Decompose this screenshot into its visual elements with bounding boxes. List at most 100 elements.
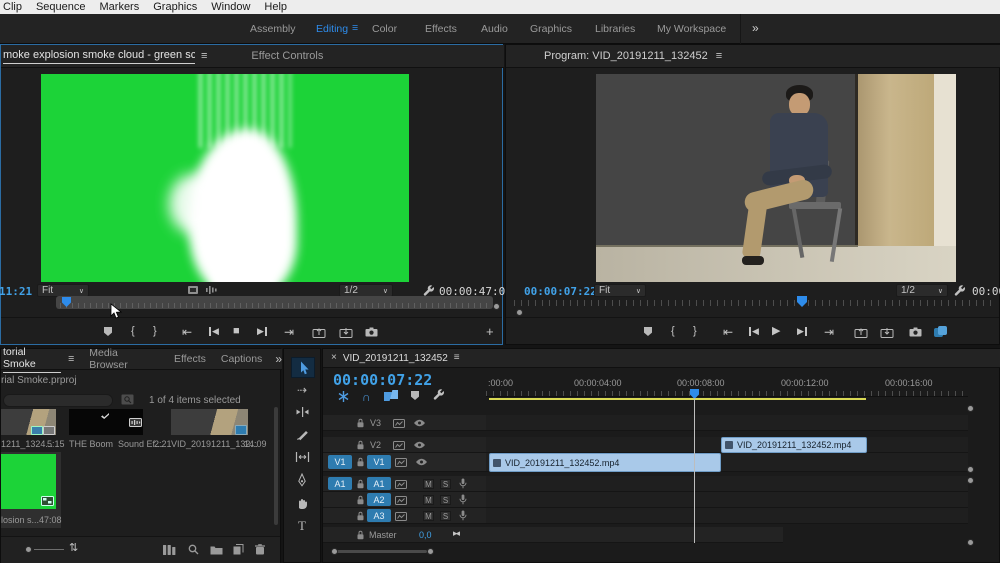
timeline-position-timecode[interactable]: 00:00:07:22: [333, 371, 432, 389]
thumb-zoom-slider-track[interactable]: [34, 549, 64, 550]
program-panel-menu-icon[interactable]: ≡: [716, 51, 722, 62]
program-go-to-out-button[interactable]: ⇥: [824, 326, 834, 338]
workspace-tab-graphics[interactable]: Graphics: [530, 23, 572, 35]
v1-lock-icon[interactable]: [356, 457, 365, 467]
pen-tool[interactable]: [291, 470, 313, 489]
timeline-clip-v1[interactable]: VID_20191211_132452.mp4: [489, 453, 721, 472]
extract-button[interactable]: [880, 327, 894, 338]
lift-button[interactable]: [854, 327, 868, 338]
captions-tab[interactable]: Captions: [221, 353, 262, 365]
hand-tool[interactable]: [291, 493, 313, 512]
track-a3-target[interactable]: A3: [367, 509, 391, 522]
timeline-clip-v2[interactable]: VID_20191211_132452.mp4: [721, 437, 867, 453]
go-to-in-button[interactable]: ⇤: [182, 326, 192, 338]
track-lane-v3[interactable]: [486, 415, 968, 431]
program-scrubber[interactable]: [514, 296, 994, 309]
project-item-4-name[interactable]: losion s...: [1, 515, 39, 525]
thumb-zoom-slider-handle[interactable]: [25, 546, 32, 553]
work-area-bar[interactable]: [489, 398, 866, 400]
overwrite-button[interactable]: [339, 327, 353, 338]
type-tool[interactable]: T: [291, 516, 313, 535]
source-panel-menu-icon[interactable]: ≡: [201, 51, 207, 62]
new-item-icon[interactable]: [233, 544, 244, 555]
project-scrollbar[interactable]: [274, 407, 278, 525]
hscroll-handle-right[interactable]: [427, 548, 434, 555]
program-mark-in-button[interactable]: {: [671, 326, 675, 337]
workspace-tab-audio[interactable]: Audio: [481, 23, 508, 35]
a1-lock-icon[interactable]: [356, 479, 365, 489]
step-forward-button[interactable]: ▶: [257, 327, 267, 336]
sequence-tab[interactable]: VID_20191211_132452: [343, 353, 448, 364]
workspace-overflow-icon[interactable]: »: [752, 21, 759, 35]
a1-solo-button[interactable]: S: [440, 479, 451, 489]
program-export-frame-camera-icon[interactable]: [909, 327, 922, 337]
search-bin-icon[interactable]: [121, 394, 134, 405]
track-v1-target[interactable]: V1: [367, 455, 391, 469]
timeline-ruler[interactable]: :00:00 00:00:04:00 00:00:08:00 00:00:12:…: [486, 371, 968, 397]
mark-out-button[interactable]: }: [153, 326, 157, 337]
a3-lock-icon[interactable]: [356, 511, 365, 521]
a2-source-patch-icon[interactable]: [395, 496, 407, 505]
go-to-out-button[interactable]: ⇥: [284, 326, 294, 338]
a2-mic-icon[interactable]: [459, 494, 467, 505]
source-patch-a1[interactable]: A1: [328, 477, 352, 490]
comparison-view-icon[interactable]: [934, 326, 947, 338]
timeline-settings-wrench-icon[interactable]: [433, 389, 445, 401]
drag-video-icon[interactable]: [187, 285, 199, 295]
program-tab[interactable]: Program: VID_20191211_132452: [544, 50, 708, 62]
program-scrubber-handle[interactable]: [516, 309, 523, 316]
workspace-tab-effects[interactable]: Effects: [425, 23, 457, 35]
master-track-label[interactable]: Master: [369, 530, 397, 540]
selection-tool[interactable]: [291, 357, 315, 378]
project-tab[interactable]: torial Smoke: [3, 346, 61, 373]
workspace-tab-assembly[interactable]: Assembly: [250, 23, 296, 35]
track-a1-target[interactable]: A1: [367, 477, 391, 490]
timeline-vscroll-handle-bottom[interactable]: [967, 539, 974, 546]
a1-mic-icon[interactable]: [459, 478, 467, 489]
project-item-2-name[interactable]: THE Boom Sound Ef...: [69, 439, 163, 449]
project-item-1-thumb[interactable]: [1, 409, 56, 435]
project-item-4-thumb[interactable]: [1, 454, 56, 509]
timeline-vscroll-handle-low[interactable]: [967, 477, 974, 484]
project-item-2-thumb[interactable]: [69, 409, 143, 435]
snap-magnet-icon[interactable]: ∩: [362, 390, 371, 404]
track-v2-label[interactable]: V2: [370, 440, 381, 450]
a2-mute-button[interactable]: M: [423, 495, 434, 505]
close-sequence-icon[interactable]: ×: [331, 353, 337, 363]
stop-button[interactable]: ■: [233, 326, 240, 337]
menu-markers[interactable]: Markers: [100, 1, 140, 13]
source-patch-v1[interactable]: V1: [328, 455, 352, 469]
project-item-3-thumb[interactable]: [171, 409, 248, 435]
master-gain-value[interactable]: 0,0: [419, 530, 432, 540]
v3-lock-icon[interactable]: [356, 418, 365, 428]
zoom-toggle-icon[interactable]: ⇅: [69, 543, 78, 554]
program-mark-out-button[interactable]: }: [693, 326, 697, 337]
workspace-editing-menu-icon[interactable]: ≡: [352, 22, 358, 34]
media-browser-tab[interactable]: Media Browser: [89, 347, 159, 371]
export-frame-camera-icon[interactable]: [365, 327, 378, 337]
timeline-vscroll-handle-mid[interactable]: [967, 466, 974, 473]
master-lock-icon[interactable]: [356, 530, 365, 540]
program-step-back-button[interactable]: ◀: [749, 327, 759, 336]
project-item-1-name[interactable]: 1211_1324...: [1, 439, 53, 449]
timeline-vscroll-handle-top[interactable]: [967, 405, 974, 412]
v2-eye-icon[interactable]: [413, 441, 426, 449]
razor-tool[interactable]: [291, 425, 313, 444]
button-editor-plus[interactable]: +: [486, 325, 494, 338]
menu-window[interactable]: Window: [211, 1, 250, 13]
a3-mic-icon[interactable]: [459, 510, 467, 521]
a3-source-patch-icon[interactable]: [395, 512, 407, 521]
source-scrubber-handle[interactable]: [493, 303, 500, 310]
add-marker-button[interactable]: [104, 327, 112, 336]
menu-sequence[interactable]: Sequence: [36, 1, 86, 13]
effect-controls-tab[interactable]: Effect Controls: [251, 50, 323, 62]
a3-mute-button[interactable]: M: [423, 511, 434, 521]
v3-source-patch-icon[interactable]: [393, 419, 405, 428]
program-step-forward-button[interactable]: ▶: [797, 327, 807, 336]
workspace-tab-editing[interactable]: Editing: [316, 23, 348, 35]
linked-selection-icon[interactable]: [384, 390, 398, 402]
v2-source-patch-icon[interactable]: [393, 441, 405, 450]
track-lane-a1[interactable]: [486, 476, 968, 492]
a2-lock-icon[interactable]: [356, 495, 365, 505]
ripple-edit-tool[interactable]: [291, 402, 313, 421]
